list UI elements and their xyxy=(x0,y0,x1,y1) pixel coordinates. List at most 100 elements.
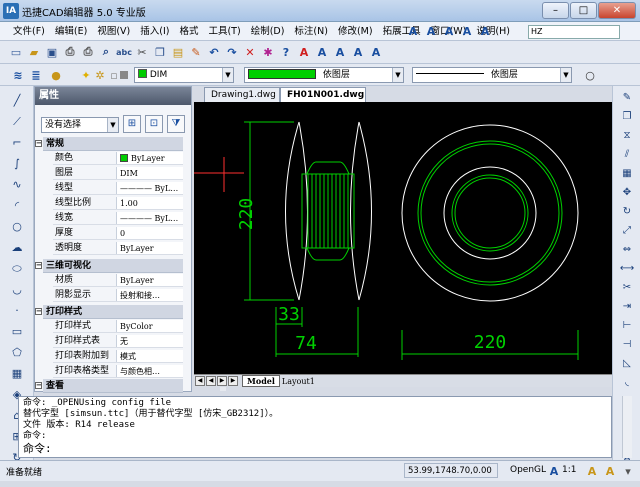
property-row[interactable]: 厚度 0 xyxy=(53,227,183,240)
revision-cloud-icon[interactable]: ☁ xyxy=(8,241,26,257)
menu-item-4[interactable]: 格式 xyxy=(174,22,203,41)
quick-select-button[interactable]: ⊞ xyxy=(123,115,141,133)
property-row[interactable]: 线宽 ———— ByL… xyxy=(53,212,183,225)
paste-icon[interactable]: ▤ xyxy=(170,44,186,60)
tab-model[interactable]: Model xyxy=(242,375,280,387)
renderer-label[interactable]: OpenGL xyxy=(510,465,546,475)
property-value[interactable]: 1.00 xyxy=(117,197,183,209)
minimize-button[interactable]: – xyxy=(542,2,569,19)
pickadd-button[interactable]: ⧩ xyxy=(167,115,185,133)
property-row[interactable]: 打印样式表无 xyxy=(53,335,183,348)
collapse-icon[interactable]: − xyxy=(35,308,42,315)
chamfer-icon[interactable]: ◺ xyxy=(619,358,635,373)
stretch-icon[interactable]: ⇔ xyxy=(619,244,635,259)
polyline-icon[interactable]: ⌐ xyxy=(8,136,26,152)
property-value[interactable]: DIM xyxy=(117,167,183,179)
tab-layout1[interactable]: Layout1 xyxy=(282,377,315,386)
property-row[interactable]: 打印表格类型 与颜色相… xyxy=(53,365,183,378)
curve-icon[interactable]: ∿ xyxy=(8,178,26,194)
move-icon[interactable]: ✥ xyxy=(619,187,635,202)
copy-icon[interactable]: ❐ xyxy=(152,44,168,60)
arc-icon[interactable]: ◜ xyxy=(8,199,26,215)
construction-line-icon[interactable]: ⟋ xyxy=(8,115,26,131)
property-value[interactable]: ByLayer xyxy=(117,242,183,254)
text-align-icon[interactable]: A xyxy=(332,44,348,60)
property-row[interactable]: 透明度 ByLayer xyxy=(53,242,183,255)
menu-item-0[interactable]: 文件(F) xyxy=(8,22,50,41)
text-edit-icon[interactable]: A xyxy=(459,23,475,39)
offset-icon[interactable]: ⫽ xyxy=(619,149,635,164)
circle-icon[interactable]: ○ xyxy=(8,220,26,236)
linetype-combo[interactable]: 依图层 ▼ xyxy=(412,67,572,83)
property-value[interactable]: 与颜色相… xyxy=(117,365,183,377)
property-row[interactable]: 线型比例 1.00 xyxy=(53,197,183,210)
color-combo[interactable]: 依图层 ▼ xyxy=(244,67,404,83)
point-icon[interactable]: · xyxy=(8,304,26,320)
property-row[interactable]: 打印表附加到 模式 xyxy=(53,350,183,363)
mirror-icon[interactable]: ⧖ xyxy=(619,130,635,145)
selection-combo[interactable]: 没有选择 ▼ xyxy=(41,117,119,133)
save-icon[interactable]: ▣ xyxy=(44,44,60,60)
property-row[interactable]: 线型 ———— ByL… xyxy=(53,182,183,195)
layer-previous-icon[interactable]: ≣ xyxy=(28,67,44,83)
property-row[interactable]: 颜色 ByLayer xyxy=(53,152,183,165)
rectangle-icon[interactable]: ▭ xyxy=(8,325,26,341)
text-a-icon[interactable]: A xyxy=(423,23,439,39)
layer-on-icon[interactable]: ● xyxy=(48,67,64,83)
menu-item-1[interactable]: 编辑(E) xyxy=(50,22,92,41)
property-value[interactable]: 无 xyxy=(117,335,183,347)
first-tab-icon[interactable]: ◀ xyxy=(195,376,205,386)
collapse-icon[interactable]: − xyxy=(35,382,42,389)
property-row[interactable]: 打印样式 ByColor xyxy=(53,320,183,333)
find-icon[interactable]: ⌕ xyxy=(98,44,114,60)
redo-icon[interactable]: ↷ xyxy=(224,44,240,60)
select-objects-button[interactable]: ⊡ xyxy=(145,115,163,133)
trim-icon[interactable]: ✂ xyxy=(619,282,635,297)
prev-tab-icon[interactable]: ◀ xyxy=(206,376,216,386)
text-icon[interactable]: A xyxy=(405,23,421,39)
command-prompt[interactable]: 命令: xyxy=(23,442,607,455)
ellipse-icon[interactable]: ⬭ xyxy=(8,262,26,278)
command-scrollbar[interactable] xyxy=(622,396,632,458)
lengthen-icon[interactable]: ⟷ xyxy=(619,263,635,278)
menu-item-2[interactable]: 视图(V) xyxy=(92,22,135,41)
circle-icon[interactable]: ○ xyxy=(582,67,598,83)
menu-item-3[interactable]: 插入(I) xyxy=(135,22,174,41)
text-style-icon[interactable]: A xyxy=(441,23,457,39)
text-large-a-icon[interactable]: A xyxy=(296,44,312,60)
new-icon[interactable]: ▭ xyxy=(8,44,24,60)
property-row[interactable]: 材质 ByLayer xyxy=(53,274,183,287)
property-value[interactable]: 模式 xyxy=(117,350,183,362)
close-button[interactable]: ✕ xyxy=(598,2,636,19)
property-value[interactable]: ByLayer xyxy=(117,274,183,286)
copy-object-icon[interactable]: ❐ xyxy=(619,111,635,126)
layer-combo[interactable]: DIM ▼ xyxy=(134,67,234,83)
rotate-icon[interactable]: ↻ xyxy=(619,206,635,221)
menu-item-5[interactable]: 工具(T) xyxy=(203,22,245,41)
polygon-icon[interactable]: ⬠ xyxy=(8,346,26,362)
scale-label[interactable]: 1:1 xyxy=(562,465,576,475)
collapse-icon[interactable]: − xyxy=(35,262,42,269)
cut-icon[interactable]: ✂ xyxy=(134,44,150,60)
settings-icon[interactable]: ▾ xyxy=(620,463,636,479)
tab-fh01n001[interactable]: FH01N001.dwg × xyxy=(280,87,366,114)
annotation-visibility-icon[interactable]: A xyxy=(584,463,600,479)
spellcheck-icon[interactable]: abc xyxy=(116,44,132,60)
print-preview-icon[interactable]: ⎙ xyxy=(80,44,96,60)
undo-icon[interactable]: ↶ xyxy=(206,44,222,60)
maximize-button[interactable]: □ xyxy=(570,2,597,19)
print-icon[interactable]: ⎙ xyxy=(62,44,78,60)
line-icon[interactable]: ╱ xyxy=(8,94,26,110)
section-viz3d[interactable]: − 三维可视化 xyxy=(35,259,183,273)
scale-icon[interactable]: ⤢ xyxy=(619,225,635,240)
text-scale-icon[interactable]: A xyxy=(314,44,330,60)
match-properties-icon[interactable]: ✎ xyxy=(188,44,204,60)
close-doc-icon[interactable]: ✱ xyxy=(260,44,276,60)
fillet-icon[interactable]: ◟ xyxy=(619,377,635,392)
join-icon[interactable]: ⊣ xyxy=(619,339,635,354)
annotation-scale-icon[interactable]: A xyxy=(546,463,562,479)
text-find-icon[interactable]: A xyxy=(368,44,384,60)
drawing-canvas[interactable]: 220 33 74 220 xyxy=(194,102,612,374)
property-value[interactable]: 投射和接… xyxy=(117,289,183,301)
layer-manager-icon[interactable]: ≋ xyxy=(10,67,26,83)
